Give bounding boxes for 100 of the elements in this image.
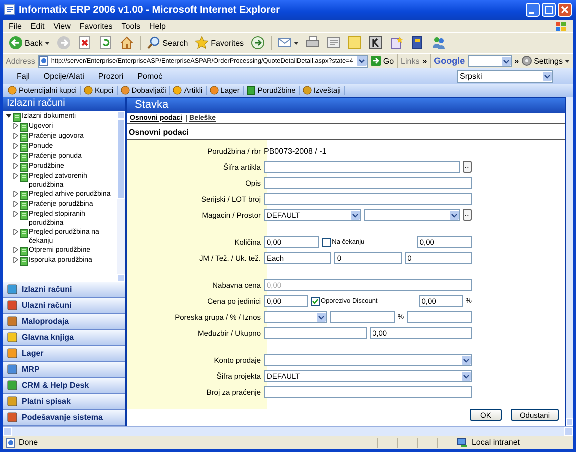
dropdown-arrow-icon bbox=[450, 210, 459, 220]
home-icon bbox=[120, 36, 134, 50]
nav-section[interactable]: Maloprodaja bbox=[3, 314, 125, 330]
more-chevron[interactable]: » bbox=[514, 56, 520, 66]
refresh-button[interactable] bbox=[98, 35, 114, 51]
document-icon bbox=[327, 36, 342, 50]
caret-icon bbox=[294, 42, 300, 44]
windows-flag-icon bbox=[555, 20, 567, 32]
input-field[interactable] bbox=[264, 327, 366, 339]
dropdown-arrow-icon bbox=[543, 72, 552, 80]
google-search-field[interactable] bbox=[468, 55, 512, 67]
scrollbar[interactable] bbox=[3, 426, 573, 436]
window-title: Informatix ERP 2006 v1.00 - Microsoft Internet Explorer bbox=[19, 4, 280, 16]
coin-icon bbox=[84, 86, 93, 95]
input-field[interactable] bbox=[330, 311, 395, 323]
input-field[interactable] bbox=[407, 311, 472, 323]
search-button[interactable]: Search bbox=[146, 35, 190, 51]
nav-section[interactable]: Ulazni računi bbox=[3, 298, 125, 314]
scrollbar[interactable] bbox=[566, 97, 573, 426]
menu-item[interactable]: View bbox=[54, 22, 71, 30]
collapsed-triangle-icon[interactable] bbox=[13, 123, 19, 129]
settings-button[interactable]: Settings bbox=[522, 56, 570, 66]
minimize-icon[interactable] bbox=[526, 3, 540, 17]
dropdown-arrow-icon bbox=[502, 56, 511, 66]
search-icon bbox=[146, 36, 161, 50]
back-button[interactable]: Back bbox=[8, 35, 51, 51]
collapsed-triangle-icon[interactable] bbox=[13, 229, 19, 235]
envelope-icon bbox=[278, 36, 292, 50]
menu-item[interactable]: Opcije/Alati bbox=[44, 72, 84, 80]
dropdown[interactable] bbox=[264, 311, 327, 323]
panel-title: Izlazni računi bbox=[3, 97, 125, 111]
collapsed-triangle-icon[interactable] bbox=[13, 143, 19, 149]
more-chevron[interactable]: » bbox=[422, 56, 428, 66]
checkbox[interactable] bbox=[322, 238, 332, 246]
forward-arrow-icon bbox=[56, 36, 71, 50]
note-icon bbox=[348, 36, 362, 50]
input-field[interactable] bbox=[264, 177, 472, 189]
maximize-icon[interactable] bbox=[542, 3, 556, 17]
nav-section[interactable]: Podešavanje sistema bbox=[3, 410, 125, 426]
dropdown[interactable] bbox=[364, 209, 460, 221]
page-icon bbox=[6, 438, 16, 448]
dropdown-arrow-icon bbox=[316, 312, 326, 322]
close-icon[interactable] bbox=[558, 3, 572, 17]
checked-checkbox-icon[interactable] bbox=[311, 296, 320, 306]
input-field[interactable] bbox=[264, 386, 472, 398]
menu-item[interactable]: Tools bbox=[122, 22, 140, 30]
collapsed-triangle-icon[interactable] bbox=[13, 133, 19, 139]
language-select[interactable]: Srpski bbox=[457, 70, 553, 82]
input-field[interactable] bbox=[264, 193, 472, 205]
book-icon bbox=[411, 36, 426, 50]
document-icon bbox=[246, 86, 256, 95]
collapsed-triangle-icon[interactable] bbox=[13, 191, 19, 197]
coin-icon bbox=[210, 86, 219, 95]
star-icon bbox=[195, 36, 210, 50]
nav-section[interactable]: Glavna knjiga bbox=[3, 330, 125, 346]
star-page-icon bbox=[390, 36, 404, 50]
printer-icon bbox=[306, 36, 320, 50]
nav-section[interactable]: Lager bbox=[3, 346, 125, 362]
go-button[interactable]: Go bbox=[371, 56, 394, 66]
refresh-icon bbox=[98, 36, 113, 50]
collapsed-triangle-icon[interactable] bbox=[13, 247, 19, 253]
menu-item[interactable]: Edit bbox=[30, 22, 45, 30]
dropdown-arrow-icon bbox=[462, 372, 471, 380]
k-button[interactable] bbox=[368, 35, 384, 51]
links-label[interactable]: Links bbox=[401, 56, 420, 66]
nav-section[interactable]: CRM & Help Desk bbox=[3, 378, 125, 394]
nav-section[interactable]: Platni spisak bbox=[3, 394, 125, 410]
menu-item[interactable]: Pomoć bbox=[138, 72, 163, 80]
stop-button[interactable] bbox=[76, 35, 93, 51]
collapsed-triangle-icon[interactable] bbox=[13, 173, 19, 179]
edit-button[interactable] bbox=[326, 35, 342, 51]
nav-section[interactable]: Izlazni računi bbox=[3, 282, 125, 298]
dropdown[interactable] bbox=[264, 354, 472, 366]
favorites-button[interactable]: Favorites bbox=[194, 35, 246, 51]
collapsed-triangle-icon[interactable] bbox=[13, 211, 19, 217]
caret-icon bbox=[44, 42, 50, 44]
scrollbar[interactable] bbox=[117, 111, 125, 282]
document-icon bbox=[20, 229, 28, 238]
menu-item[interactable]: Prozori bbox=[98, 72, 124, 80]
people-button[interactable] bbox=[431, 35, 448, 51]
starpage-button[interactable] bbox=[389, 35, 406, 51]
expanded-triangle-icon[interactable] bbox=[6, 113, 12, 119]
coin-icon bbox=[8, 86, 17, 95]
collapsed-triangle-icon[interactable] bbox=[13, 257, 19, 263]
menu-item[interactable]: Favorites bbox=[80, 22, 113, 30]
dropdown-arrow-icon bbox=[462, 356, 471, 364]
input-field[interactable] bbox=[264, 161, 460, 173]
menu-item[interactable]: Help bbox=[149, 22, 166, 30]
page-icon bbox=[4, 4, 16, 16]
home-button[interactable] bbox=[118, 35, 135, 51]
google-logo: Google bbox=[434, 56, 466, 66]
collapsed-triangle-icon[interactable] bbox=[13, 201, 19, 207]
media-button[interactable] bbox=[250, 35, 266, 51]
collapsed-triangle-icon[interactable] bbox=[13, 153, 19, 159]
status-text: Done bbox=[19, 438, 38, 447]
menu-item[interactable]: Fajl bbox=[17, 72, 30, 80]
collapsed-triangle-icon[interactable] bbox=[13, 163, 19, 169]
dropdown-arrow-icon bbox=[350, 210, 360, 220]
menu-item[interactable]: File bbox=[9, 22, 22, 30]
nav-section[interactable]: MRP bbox=[3, 362, 125, 378]
